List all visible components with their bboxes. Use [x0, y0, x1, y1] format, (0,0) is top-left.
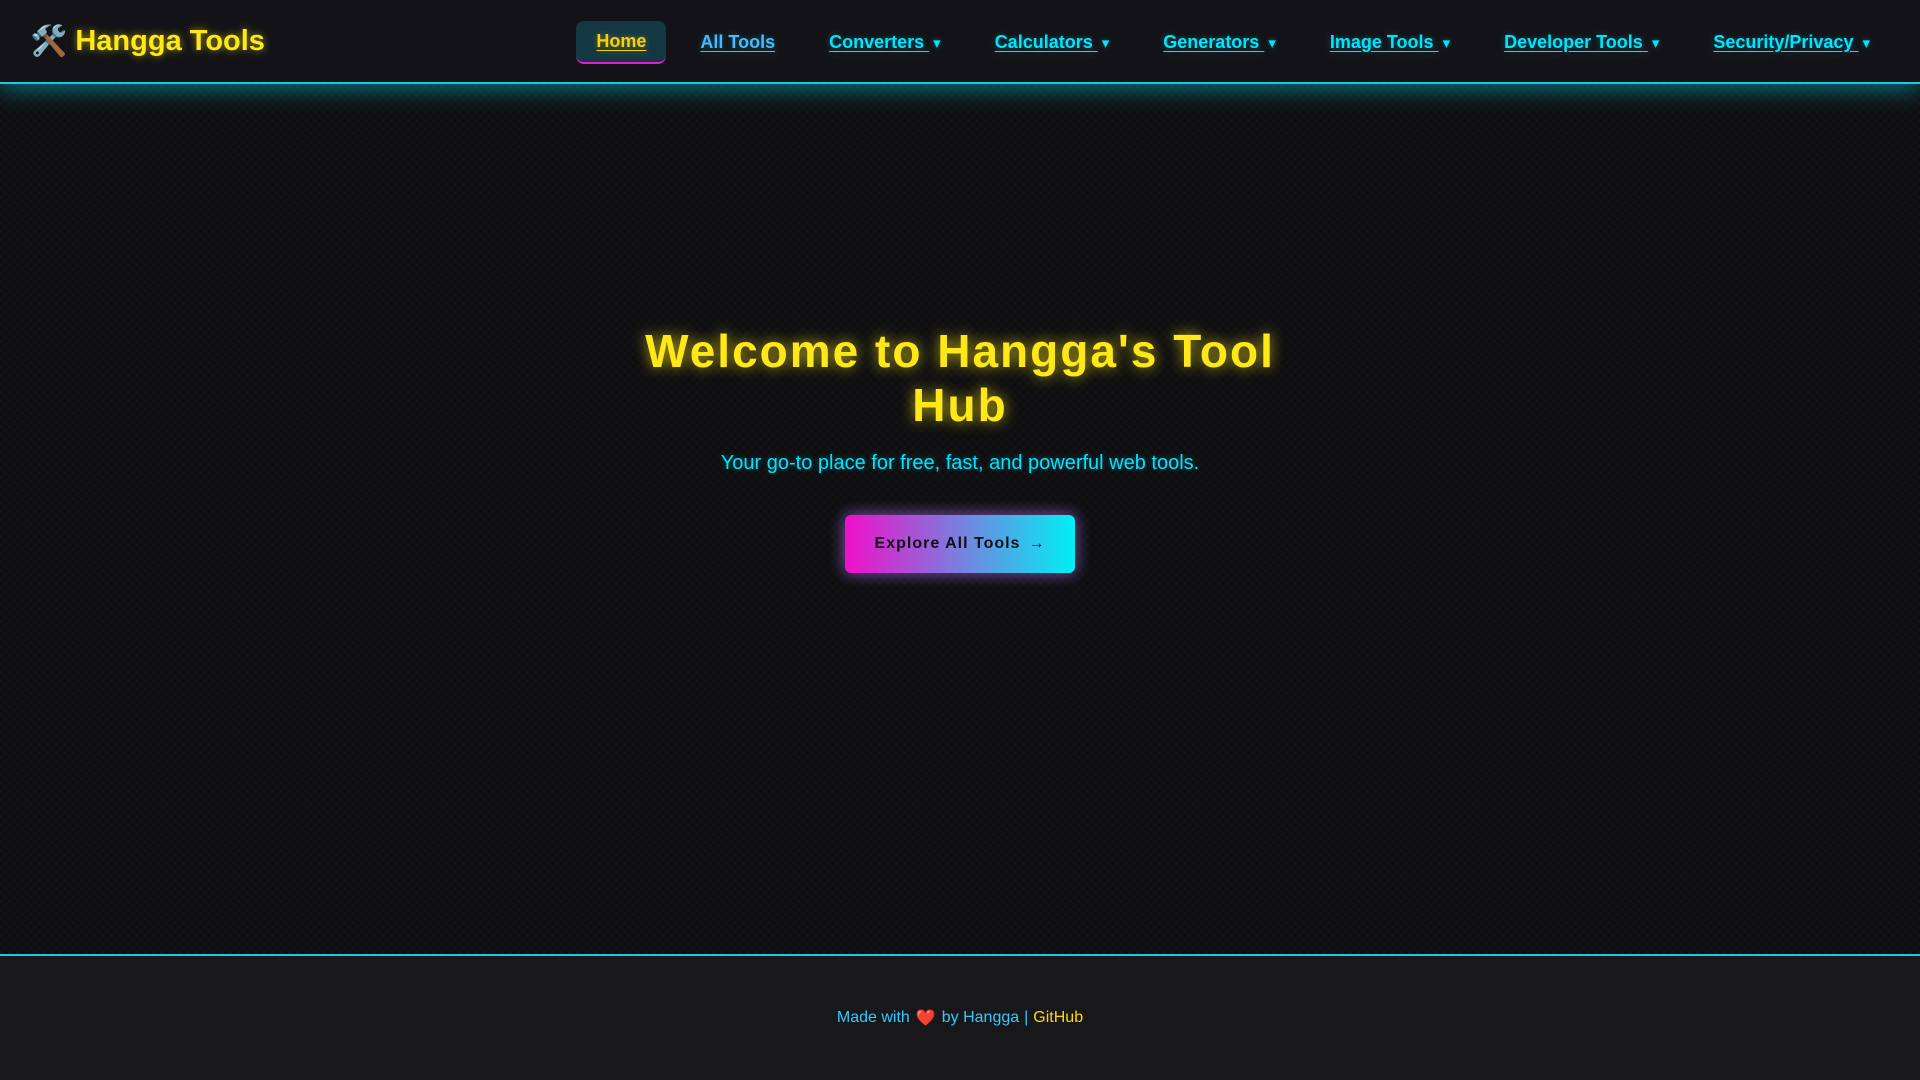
- hero-title: Welcome to Hangga's Tool Hub: [645, 325, 1275, 431]
- heart-icon: ❤️: [915, 1010, 936, 1027]
- explore-all-tools-button[interactable]: Explore All Tools →: [845, 515, 1075, 573]
- github-link[interactable]: GitHub: [1033, 1009, 1083, 1027]
- footer-by-text: by Hangga: [941, 1009, 1020, 1026]
- chevron-down-icon: ▾: [1862, 34, 1870, 52]
- site-header: 🛠️ Hangga Tools Home All Tools Converter…: [0, 0, 1920, 84]
- footer-made-with: Made with: [836, 1009, 910, 1026]
- hero-subtitle: Your go-to place for free, fast, and pow…: [720, 452, 1200, 474]
- nav-home-label: Home: [596, 30, 647, 51]
- nav-security-privacy-label: Security/Privacy: [1713, 31, 1854, 52]
- nav-calculators[interactable]: Calculators ▾: [975, 22, 1130, 63]
- nav-generators[interactable]: Generators ▾: [1143, 22, 1296, 63]
- main-nav: Home All Tools Converters ▾ Calculators …: [562, 0, 1890, 84]
- nav-calculators-label: Calculators: [994, 31, 1093, 52]
- nav-home[interactable]: Home: [576, 20, 667, 64]
- nav-converters-label: Converters: [829, 31, 925, 52]
- nav-converters[interactable]: Converters ▾: [809, 22, 961, 63]
- footer-separator: |: [1024, 1009, 1029, 1026]
- nav-all-tools[interactable]: All Tools: [680, 22, 795, 63]
- arrow-right-icon: →: [1028, 535, 1046, 552]
- chevron-down-icon: ▾: [1268, 34, 1276, 52]
- nav-all-tools-label: All Tools: [700, 31, 776, 52]
- nav-image-tools-label: Image Tools: [1329, 31, 1434, 52]
- logo-text: Hangga Tools: [75, 24, 265, 57]
- chevron-down-icon: ▾: [1101, 34, 1110, 52]
- chevron-down-icon: ▾: [1442, 34, 1451, 52]
- nav-developer-tools[interactable]: Developer Tools ▾: [1484, 22, 1679, 63]
- tools-icon: 🛠️: [30, 24, 68, 58]
- site-logo[interactable]: 🛠️ Hangga Tools: [30, 24, 265, 59]
- site-footer: Made with ❤️ by Hangga | GitHub: [0, 954, 1920, 1080]
- nav-generators-label: Generators: [1163, 31, 1260, 52]
- explore-all-tools-label: Explore All Tools: [874, 535, 1021, 552]
- chevron-down-icon: ▾: [1651, 34, 1660, 52]
- chevron-down-icon: ▾: [933, 34, 941, 52]
- nav-security-privacy[interactable]: Security/Privacy ▾: [1693, 22, 1890, 63]
- hero-section: Welcome to Hangga's Tool Hub Your go-to …: [0, 84, 1920, 954]
- nav-developer-tools-label: Developer Tools: [1504, 31, 1643, 52]
- nav-image-tools[interactable]: Image Tools ▾: [1310, 22, 1470, 63]
